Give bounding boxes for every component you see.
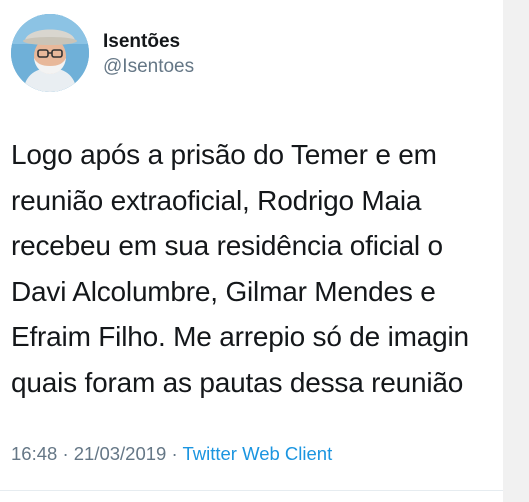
author-display-name[interactable]: Isentões: [103, 30, 194, 53]
tweet-header: Isentões @Isentoes: [11, 14, 194, 92]
tweet-text-line: recebeu em sua residência oficial o: [11, 230, 443, 261]
page-edge: [503, 0, 529, 502]
person-avatar-icon: [11, 14, 89, 92]
tweet-text-line: reunião extraoficial, Rodrigo Maia: [11, 184, 422, 216]
tweet-date[interactable]: 21/03/2019: [74, 443, 167, 464]
author-block: Isentões @Isentoes: [103, 30, 194, 79]
tweet-text: Logo após a prisão do Temer e em reunião…: [11, 132, 503, 405]
meta-separator: ·: [171, 443, 178, 464]
tweet-source-link[interactable]: Twitter Web Client: [182, 443, 332, 464]
avatar[interactable]: [11, 14, 89, 92]
author-handle[interactable]: @Isentoes: [103, 54, 194, 79]
tweet-text-line: Efraim Filho. Me arrepio só de imagin: [11, 321, 469, 352]
meta-separator: ·: [62, 443, 69, 464]
tweet-text-line: Davi Alcolumbre, Gilmar Mendes e: [11, 275, 436, 307]
tweet-text-line: quais foram as pautas dessa reunião: [11, 366, 464, 398]
tweet-metadata: 16:48 · 21/03/2019 · Twitter Web Client: [11, 443, 332, 465]
tweet-time[interactable]: 16:48: [11, 443, 57, 464]
divider: [0, 490, 503, 491]
tweet-text-line: Logo após a prisão do Temer e em: [11, 139, 437, 170]
tweet-card: Isentões @Isentoes Logo após a prisão do…: [0, 0, 503, 502]
